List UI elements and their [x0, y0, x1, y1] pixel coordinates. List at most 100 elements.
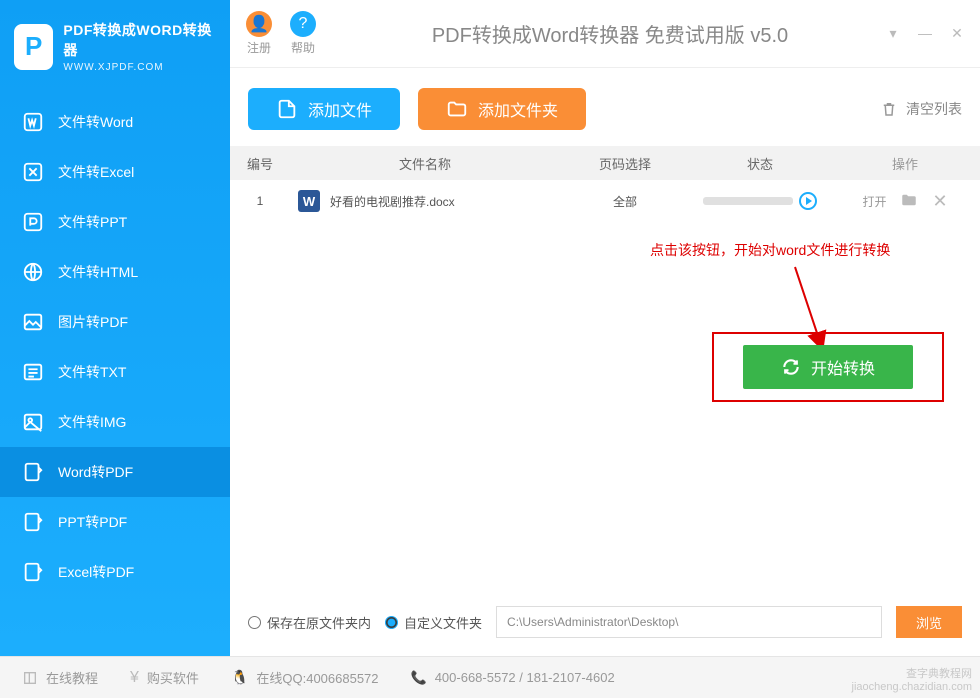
sidebar-item-label: 文件转Word	[58, 112, 133, 132]
sidebar-item-ppt[interactable]: 文件转PPT	[0, 197, 230, 247]
html-icon	[22, 261, 44, 283]
buy-link[interactable]: ¥ 购买软件	[130, 668, 199, 687]
titlebar: 👤 注册 ? 帮助 PDF转换成Word转换器 免费试用版 v5.0 ▾ — ✕	[230, 0, 980, 68]
refresh-icon	[781, 357, 801, 377]
help-label: 帮助	[291, 39, 315, 56]
folder-open-icon[interactable]	[900, 191, 918, 212]
book-icon	[22, 670, 38, 686]
sidebar-item-label: 文件转TXT	[58, 362, 126, 382]
statusbar: 在线教程 ¥ 购买软件 🐧 在线QQ:4006685572 📞 400-668-…	[0, 656, 980, 698]
phone-link[interactable]: 📞 400-668-5572 / 181-2107-4602	[411, 670, 615, 686]
window-menu-button[interactable]: ▾	[886, 25, 900, 42]
sidebar-item-label: 文件转IMG	[58, 412, 126, 432]
row-page[interactable]: 全部	[560, 193, 690, 210]
save-original-label: 保存在原文件夹内	[267, 613, 371, 632]
file-icon	[276, 98, 298, 120]
toolbar: 添加文件 添加文件夹 清空列表	[230, 68, 980, 146]
clear-list-button[interactable]: 清空列表	[880, 99, 962, 119]
qq-icon: 🐧	[231, 669, 248, 686]
save-original-radio[interactable]: 保存在原文件夹内	[248, 613, 371, 632]
watermark-l2: jiaocheng.chazidian.com	[852, 681, 972, 694]
sidebar-item-ppt2pdf[interactable]: PPT转PDF	[0, 497, 230, 547]
save-options: 保存在原文件夹内 自定义文件夹 浏览	[248, 606, 962, 638]
sidebar-item-img2pdf[interactable]: 图片转PDF	[0, 297, 230, 347]
watermark-l1: 查字典教程网	[852, 668, 972, 681]
col-name: 文件名称	[290, 154, 560, 173]
radio-input[interactable]	[248, 616, 261, 629]
sidebar-item-label: Excel转PDF	[58, 562, 134, 582]
save-custom-radio[interactable]: 自定义文件夹	[385, 613, 482, 632]
sidebar-item-label: PPT转PDF	[58, 512, 127, 532]
play-icon[interactable]	[799, 192, 817, 210]
sidebar-item-excel[interactable]: 文件转Excel	[0, 147, 230, 197]
progress-bar	[703, 197, 793, 205]
app-title: PDF转换成Word转换器 免费试用版 v5.0	[334, 19, 886, 48]
picture-icon	[22, 411, 44, 433]
start-label: 开始转换	[811, 355, 875, 379]
sidebar-item-label: 图片转PDF	[58, 312, 128, 332]
start-convert-button[interactable]: 开始转换	[743, 345, 913, 389]
col-status: 状态	[690, 154, 830, 173]
pdf-icon	[22, 461, 44, 483]
qq-link[interactable]: 🐧 在线QQ:4006685572	[231, 668, 379, 687]
radio-input[interactable]	[385, 616, 398, 629]
logo-title: PDF转换成WORD转换器	[63, 20, 216, 60]
add-folder-button[interactable]: 添加文件夹	[418, 88, 586, 130]
image-icon	[22, 311, 44, 333]
annotation-text: 点击该按钮，开始对word文件进行转换	[650, 240, 890, 260]
excel-icon	[22, 161, 44, 183]
register-label: 注册	[247, 39, 271, 56]
qq-label: 在线QQ:4006685572	[256, 668, 378, 687]
sidebar: P PDF转换成WORD转换器 WWW.XJPDF.COM 文件转Word 文件…	[0, 0, 230, 656]
col-action: 操作	[830, 154, 980, 173]
close-button[interactable]: ✕	[950, 25, 964, 42]
path-input[interactable]	[496, 606, 882, 638]
tutorial-link[interactable]: 在线教程	[22, 668, 98, 687]
buy-label: 购买软件	[147, 668, 199, 687]
minimize-button[interactable]: —	[918, 25, 932, 42]
add-folder-label: 添加文件夹	[478, 97, 558, 121]
row-idx: 1	[230, 194, 290, 208]
sidebar-item-word2pdf[interactable]: Word转PDF	[0, 447, 230, 497]
word-file-icon: W	[298, 190, 320, 212]
yen-icon: ¥	[130, 669, 139, 687]
folder-icon	[446, 98, 468, 120]
logo-icon: P	[14, 24, 53, 70]
sidebar-item-label: Word转PDF	[58, 462, 133, 482]
pdf-icon	[22, 511, 44, 533]
open-button[interactable]: 打开	[862, 193, 886, 210]
col-idx: 编号	[230, 154, 290, 173]
sidebar-item-word[interactable]: 文件转Word	[0, 97, 230, 147]
logo-subtitle: WWW.XJPDF.COM	[63, 62, 216, 73]
txt-icon	[22, 361, 44, 383]
word-icon	[22, 111, 44, 133]
row-filename: 好看的电视剧推荐.docx	[330, 193, 455, 210]
table-header: 编号 文件名称 页码选择 状态 操作	[230, 146, 980, 180]
remove-icon[interactable]: ✕	[932, 191, 947, 212]
browse-button[interactable]: 浏览	[896, 606, 962, 638]
sidebar-item-label: 文件转PPT	[58, 212, 127, 232]
save-custom-label: 自定义文件夹	[404, 613, 482, 632]
user-icon: 👤	[246, 11, 272, 37]
register-button[interactable]: 👤 注册	[246, 11, 272, 56]
help-button[interactable]: ? 帮助	[290, 11, 316, 56]
sidebar-item-file2img[interactable]: 文件转IMG	[0, 397, 230, 447]
trash-icon	[880, 100, 898, 118]
sidebar-item-html[interactable]: 文件转HTML	[0, 247, 230, 297]
col-page: 页码选择	[560, 154, 690, 173]
tutorial-label: 在线教程	[46, 668, 98, 687]
phone-icon: 📞	[411, 670, 427, 686]
help-icon: ?	[290, 11, 316, 37]
pdf-icon	[22, 561, 44, 583]
phone-label: 400-668-5572 / 181-2107-4602	[435, 670, 615, 685]
add-file-button[interactable]: 添加文件	[248, 88, 400, 130]
sidebar-item-excel2pdf[interactable]: Excel转PDF	[0, 547, 230, 597]
add-file-label: 添加文件	[308, 97, 372, 121]
watermark: 查字典教程网 jiaocheng.chazidian.com	[852, 668, 972, 694]
clear-list-label: 清空列表	[906, 99, 962, 119]
sidebar-item-label: 文件转HTML	[58, 262, 138, 282]
table-row: 1 W 好看的电视剧推荐.docx 全部 打开 ✕	[230, 180, 980, 222]
sidebar-item-txt[interactable]: 文件转TXT	[0, 347, 230, 397]
sidebar-item-label: 文件转Excel	[58, 162, 134, 182]
main-area: 👤 注册 ? 帮助 PDF转换成Word转换器 免费试用版 v5.0 ▾ — ✕…	[230, 0, 980, 656]
